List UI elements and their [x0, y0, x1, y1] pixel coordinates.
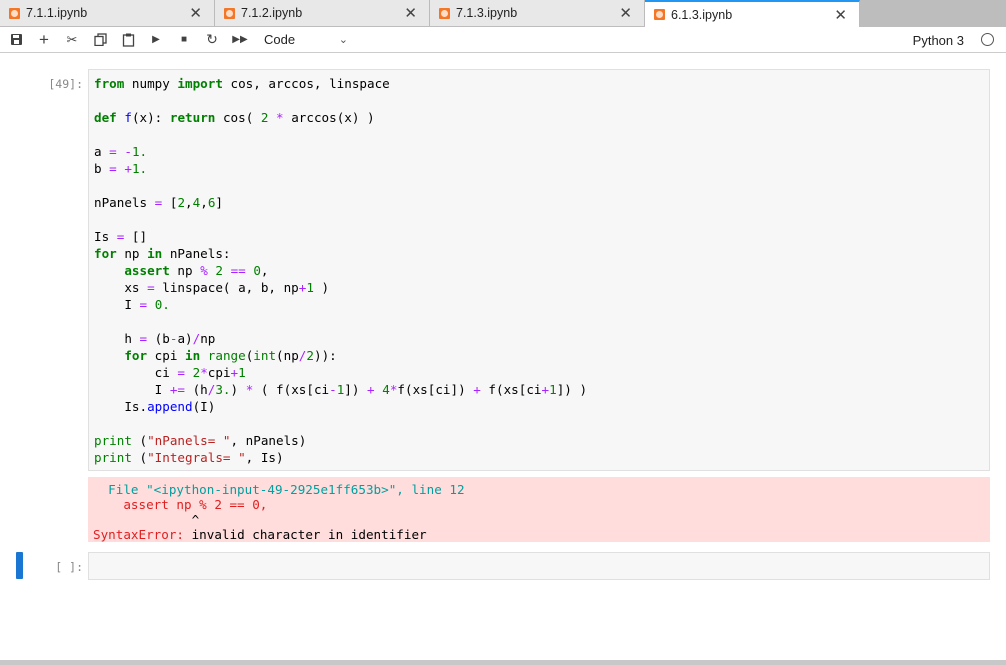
- tab-7-1-1[interactable]: 7.1.1.ipynb ✕: [0, 0, 215, 26]
- traceback-file-line: File "<ipython-input-49-2925e1ff653b>", …: [93, 482, 465, 497]
- add-cell-icon[interactable]: +: [32, 29, 56, 51]
- paste-icon[interactable]: [116, 29, 140, 51]
- tab-7-1-2[interactable]: 7.1.2.ipynb ✕: [215, 0, 430, 26]
- notebook-icon: [439, 7, 450, 19]
- cell-prompt: [ ]:: [55, 560, 83, 574]
- close-icon[interactable]: ✕: [619, 4, 632, 22]
- close-icon[interactable]: ✕: [404, 4, 417, 22]
- tab-6-1-3[interactable]: 6.1.3.ipynb ✕: [645, 0, 860, 27]
- error-message: invalid character in identifier: [184, 527, 427, 542]
- cell-prompt: [49]:: [48, 77, 83, 91]
- tab-label: 7.1.3.ipynb: [456, 6, 518, 20]
- close-icon[interactable]: ✕: [834, 6, 847, 24]
- cell-type-label: Code: [264, 32, 296, 47]
- close-icon[interactable]: ✕: [189, 4, 202, 22]
- tab-label: 6.1.3.ipynb: [671, 7, 733, 22]
- kernel-status-icon: [981, 33, 994, 46]
- empty-code-cell[interactable]: [88, 552, 990, 580]
- traceback-caret: ^: [93, 512, 200, 527]
- error-name: SyntaxError:: [93, 527, 184, 542]
- fast-forward-icon[interactable]: ▶▶: [228, 29, 252, 51]
- save-icon[interactable]: [4, 29, 28, 51]
- code-editor[interactable]: from numpy import cos, arccos, linspace …: [89, 70, 989, 466]
- restart-icon[interactable]: ↻: [200, 29, 224, 51]
- status-bar: [0, 660, 1006, 665]
- tab-7-1-3[interactable]: 7.1.3.ipynb ✕: [430, 0, 645, 26]
- traceback-source-line: assert np % 2 == 0,: [93, 497, 268, 512]
- error-output: File "<ipython-input-49-2925e1ff653b>", …: [88, 477, 990, 542]
- notebook-icon: [9, 7, 20, 19]
- cut-icon[interactable]: ✂: [60, 29, 84, 51]
- notebook-toolbar: + ✂ ▶ ■ ↻ ▶▶ Code ⌄ Python 3: [0, 27, 1006, 53]
- notebook-icon: [224, 7, 235, 19]
- kernel-name[interactable]: Python 3: [913, 33, 964, 48]
- code-cell[interactable]: from numpy import cos, arccos, linspace …: [88, 69, 990, 471]
- notebook-icon: [654, 9, 665, 20]
- stop-icon[interactable]: ■: [172, 29, 196, 51]
- chevron-down-icon: ⌄: [338, 34, 348, 46]
- cell-type-select[interactable]: Code ⌄: [264, 32, 348, 47]
- run-icon[interactable]: ▶: [144, 29, 168, 51]
- tab-label: 7.1.1.ipynb: [26, 6, 88, 20]
- copy-icon[interactable]: [88, 29, 112, 51]
- tab-label: 7.1.2.ipynb: [241, 6, 303, 20]
- tab-bar: 7.1.1.ipynb ✕ 7.1.2.ipynb ✕ 7.1.3.ipynb …: [0, 0, 1006, 27]
